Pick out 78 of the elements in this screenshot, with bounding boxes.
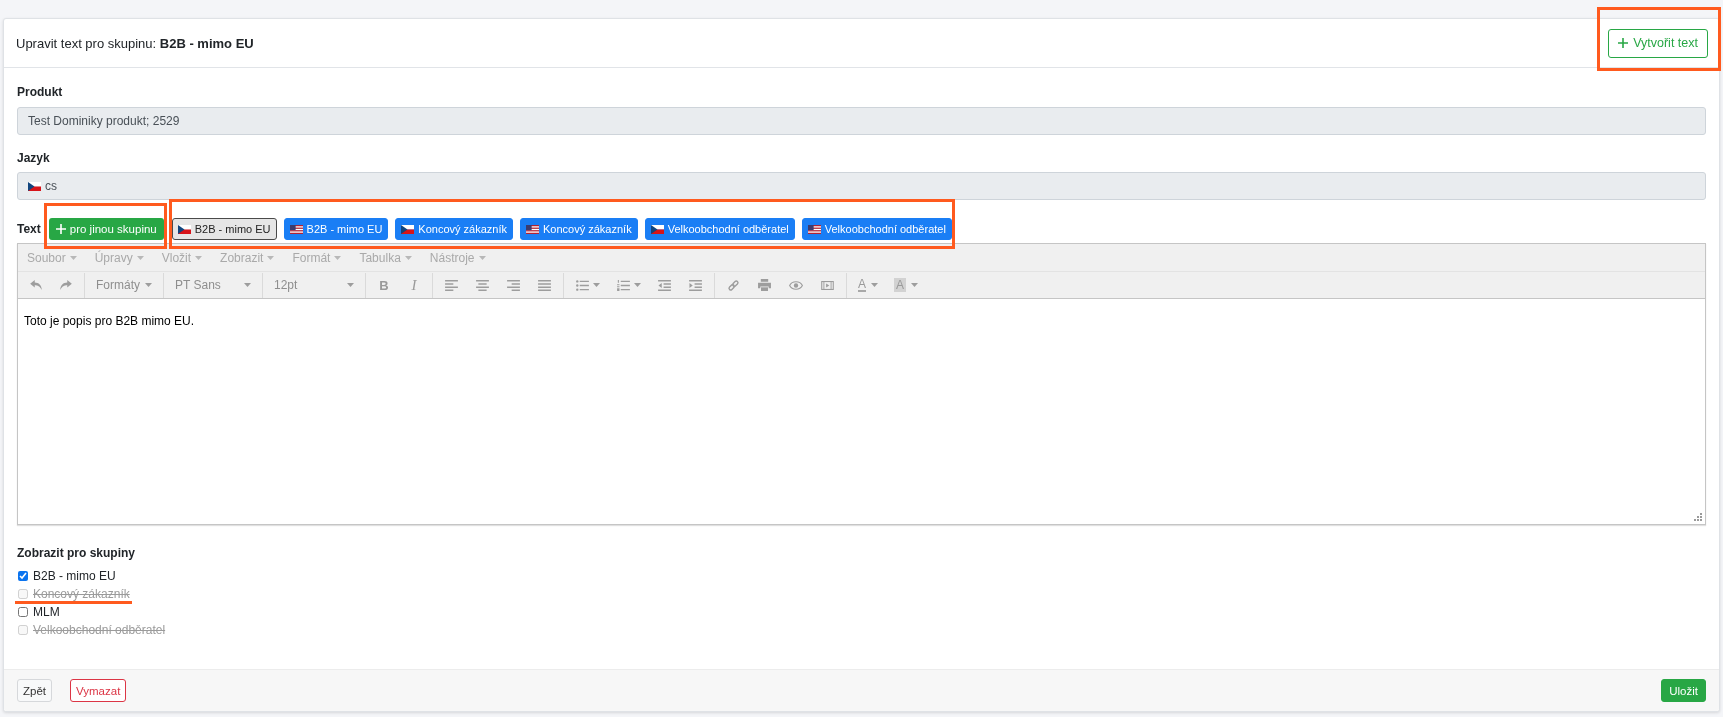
caret-icon [136,255,144,260]
caret-icon [347,283,354,287]
back-button[interactable]: Zpět [17,679,52,702]
checkbox[interactable] [18,571,28,581]
editor-paragraph: Toto je popis pro B2B mimo EU. [24,314,196,328]
czech-flag-icon [177,224,191,234]
page-title: Upravit text pro skupinu: B2B - mimo EU [16,35,254,51]
align-justify-icon[interactable] [538,279,551,291]
caret-icon [195,255,203,260]
plus-icon [1618,38,1629,48]
group-button[interactable]: B2B - mimo EU [283,218,389,240]
us-flag-icon [807,224,821,234]
menu-item[interactable]: Vložit [152,249,212,266]
editor-area[interactable]: Toto je popis pro B2B mimo EU. [18,299,1705,524]
us-flag-icon [289,224,303,234]
align-center-icon[interactable] [476,279,489,291]
caret-icon[interactable] [593,283,600,287]
background-color-button[interactable]: A [886,274,927,296]
czech-flag-icon [401,224,415,234]
add-group-button[interactable]: pro jinou skupinu [48,218,164,240]
group-button[interactable]: Koncový zákazník [395,218,513,240]
font-family-select[interactable]: PT Sans [167,274,259,296]
group-button[interactable]: Velkoobchodní odběratel [801,218,952,240]
media-icon[interactable] [821,280,834,290]
caret-icon [334,255,342,260]
link-icon[interactable] [727,278,740,292]
field-label: Jazyk [17,150,51,166]
menu-item[interactable]: Zobrazit [211,249,284,266]
formats-dropdown[interactable]: Formáty [88,274,160,296]
menu-item[interactable]: Nástroje [420,249,495,266]
readonly-field[interactable]: Test Dominiky produkt; 2529 [17,107,1706,135]
czech-flag-icon [28,181,41,191]
caret-icon [911,283,919,287]
caret-icon [404,255,412,260]
group-button[interactable]: Koncový zákazník [520,218,638,240]
italic-button[interactable]: I [399,274,429,296]
redo-icon[interactable] [60,280,72,290]
bold-button[interactable]: B [369,274,399,296]
readonly-field[interactable]: cs [17,172,1706,200]
delete-button[interactable]: Vymazat [70,679,127,702]
indent-icon[interactable] [689,279,702,291]
save-button[interactable]: Uložit [1661,679,1706,702]
plus-icon [55,224,66,234]
group-button[interactable]: B2B - mimo EU [171,218,277,240]
numbered-list-icon[interactable] [617,279,630,291]
caret-icon [69,255,77,260]
text-color-button[interactable]: A [850,274,887,296]
align-left-icon[interactable] [445,279,458,291]
checkbox[interactable] [18,607,28,617]
checkbox-label: MLM [33,605,60,619]
caret-icon [871,283,879,287]
print-icon[interactable] [758,279,771,291]
create-text-button[interactable]: Vytvořit text [1608,28,1708,58]
checkbox-label: Koncový zákazník [33,587,130,601]
caret-icon [267,255,275,260]
group-button[interactable]: Velkoobchodní odběratel [644,218,795,240]
czech-flag-icon [650,224,664,234]
menu-item[interactable]: Soubor [18,249,86,266]
resize-handle-icon[interactable] [1694,513,1702,521]
checkbox-label: B2B - mimo EU [33,569,116,583]
align-right-icon[interactable] [507,279,520,291]
caret-icon[interactable] [634,283,641,287]
eye-icon[interactable] [789,280,803,290]
menu-item[interactable]: Tabulka [350,249,421,266]
outdent-icon[interactable] [658,279,671,291]
undo-icon[interactable] [30,280,42,290]
section-label: Zobrazit pro skupiny [17,545,136,561]
menu-item[interactable]: Formát [283,249,351,266]
caret-icon [478,255,486,260]
bullet-list-icon[interactable] [576,279,589,291]
checkbox-label: Velkoobchodní odběratel [33,623,166,637]
caret-icon [244,283,251,287]
us-flag-icon [526,224,539,234]
menu-item[interactable]: Úpravy [85,249,153,266]
field-label: Text [17,222,41,236]
caret-icon [145,283,152,287]
font-size-select[interactable]: 12pt [266,274,362,296]
field-label: Produkt [17,84,64,100]
